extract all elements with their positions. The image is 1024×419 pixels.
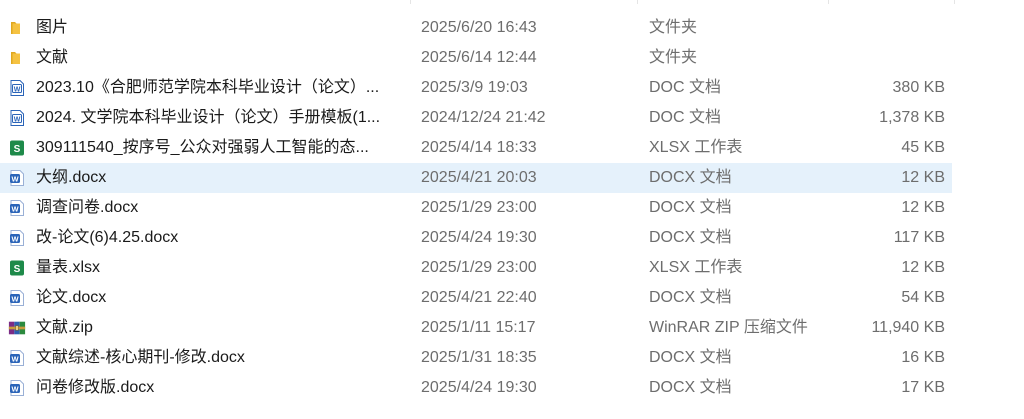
file-size: 11,940 KB <box>871 319 945 336</box>
word-doc-icon: W <box>8 109 26 127</box>
file-date: 2025/4/21 20:03 <box>421 169 537 186</box>
svg-text:W: W <box>11 354 19 363</box>
file-name: 309111540_按序号_公众对强弱人工智能的态... <box>36 139 369 156</box>
file-date: 2025/4/14 18:33 <box>421 139 537 156</box>
file-type: DOCX 文档 <box>649 349 732 366</box>
file-date: 2025/1/29 23:00 <box>421 199 537 216</box>
file-type: XLSX 工作表 <box>649 139 743 156</box>
file-date: 2025/6/20 16:43 <box>421 19 537 36</box>
file-date: 2025/3/9 19:03 <box>421 79 528 96</box>
file-row[interactable]: 文献.zip 2025/1/11 15:17 WinRAR ZIP 压缩文件 1… <box>0 313 952 343</box>
file-date: 2025/4/24 19:30 <box>421 379 537 396</box>
column-separator[interactable] <box>410 0 411 4</box>
file-date: 2025/4/24 19:30 <box>421 229 537 246</box>
svg-text:W: W <box>11 384 19 393</box>
file-name: 论文.docx <box>36 289 107 306</box>
file-size: 16 KB <box>901 349 945 366</box>
file-date: 2025/6/14 12:44 <box>421 49 537 66</box>
file-name: 文献综述-核心期刊-修改.docx <box>36 349 245 366</box>
file-date: 2024/12/24 21:42 <box>421 109 546 126</box>
svg-text:W: W <box>11 174 19 183</box>
file-row[interactable]: 图片 2025/6/20 16:43 文件夹 <box>0 13 952 43</box>
file-row[interactable]: W 问卷修改版.docx 2025/4/24 19:30 DOCX 文档 17 … <box>0 373 952 403</box>
svg-text:W: W <box>14 116 21 123</box>
file-date: 2025/1/31 18:35 <box>421 349 537 366</box>
file-row[interactable]: W 改-论文(6)4.25.docx 2025/4/24 19:30 DOCX … <box>0 223 952 253</box>
file-row[interactable]: 文献 2025/6/14 12:44 文件夹 <box>0 43 952 73</box>
file-row[interactable]: S 量表.xlsx 2025/1/29 23:00 XLSX 工作表 12 KB <box>0 253 952 283</box>
word-doc-icon: W <box>8 79 26 97</box>
file-size: 1,378 KB <box>879 109 945 126</box>
file-type: 文件夹 <box>649 49 698 66</box>
file-size: 380 KB <box>892 79 945 96</box>
file-row[interactable]: W 调查问卷.docx 2025/1/29 23:00 DOCX 文档 12 K… <box>0 193 952 223</box>
file-name: 2024. 文学院本科毕业设计（论文）手册模板(1... <box>36 109 381 126</box>
file-type: DOC 文档 <box>649 79 722 96</box>
file-row-selected[interactable]: W 大纲.docx 2025/4/21 20:03 DOCX 文档 12 KB <box>0 163 952 193</box>
word-docx-icon: W <box>8 229 26 247</box>
file-name: 大纲.docx <box>36 169 107 186</box>
file-type: WinRAR ZIP 压缩文件 <box>649 319 808 336</box>
file-type: DOCX 文档 <box>649 199 732 216</box>
svg-text:W: W <box>11 204 19 213</box>
file-size: 17 KB <box>901 379 945 396</box>
file-size: 12 KB <box>901 199 945 216</box>
file-size: 45 KB <box>901 139 945 156</box>
file-type: XLSX 工作表 <box>649 259 743 276</box>
file-row[interactable]: W 2023.10《合肥师范学院本科毕业设计（论文）... 2025/3/9 1… <box>0 73 952 103</box>
column-separator[interactable] <box>954 0 955 4</box>
file-type: DOCX 文档 <box>649 289 732 306</box>
file-date: 2025/4/21 22:40 <box>421 289 537 306</box>
file-type: DOCX 文档 <box>649 169 732 186</box>
word-docx-icon: W <box>8 349 26 367</box>
folder-icon <box>8 19 26 37</box>
spreadsheet-icon: S <box>8 259 26 277</box>
svg-text:S: S <box>14 144 21 155</box>
file-row[interactable]: W 2024. 文学院本科毕业设计（论文）手册模板(1... 2024/12/2… <box>0 103 952 133</box>
word-docx-icon: W <box>8 169 26 187</box>
folder-icon <box>8 49 26 67</box>
word-docx-icon: W <box>8 199 26 217</box>
file-size: 12 KB <box>901 259 945 276</box>
file-name: 问卷修改版.docx <box>36 379 155 396</box>
file-size: 54 KB <box>901 289 945 306</box>
file-list: 图片 2025/6/20 16:43 文件夹 文献 2025/6/14 12:4… <box>0 0 1024 419</box>
svg-text:S: S <box>14 264 21 275</box>
column-separator[interactable] <box>637 0 638 4</box>
file-size: 117 KB <box>893 229 945 246</box>
spreadsheet-icon: S <box>8 139 26 157</box>
file-size: 12 KB <box>901 169 945 186</box>
word-docx-icon: W <box>8 289 26 307</box>
file-name: 改-论文(6)4.25.docx <box>36 229 179 246</box>
file-row[interactable]: W 论文.docx 2025/4/21 22:40 DOCX 文档 54 KB <box>0 283 952 313</box>
file-name: 文献.zip <box>36 319 93 336</box>
file-row[interactable]: S 309111540_按序号_公众对强弱人工智能的态... 2025/4/14… <box>0 133 952 163</box>
file-name: 图片 <box>36 19 69 36</box>
file-date: 2025/1/11 15:17 <box>421 319 536 336</box>
svg-text:W: W <box>11 234 19 243</box>
svg-text:W: W <box>14 86 21 93</box>
file-name: 量表.xlsx <box>36 259 101 276</box>
word-docx-icon: W <box>8 379 26 397</box>
svg-text:W: W <box>11 294 19 303</box>
file-type: DOCX 文档 <box>649 379 732 396</box>
file-row[interactable]: W 文献综述-核心期刊-修改.docx 2025/1/31 18:35 DOCX… <box>0 343 952 373</box>
file-type: DOCX 文档 <box>649 229 732 246</box>
file-name: 文献 <box>36 49 69 66</box>
file-type: DOC 文档 <box>649 109 722 126</box>
file-type: 文件夹 <box>649 19 698 36</box>
column-separator[interactable] <box>828 0 829 4</box>
file-date: 2025/1/29 23:00 <box>421 259 537 276</box>
winrar-archive-icon <box>8 319 26 337</box>
file-name: 2023.10《合肥师范学院本科毕业设计（论文）... <box>36 79 380 96</box>
file-name: 调查问卷.docx <box>36 199 139 216</box>
